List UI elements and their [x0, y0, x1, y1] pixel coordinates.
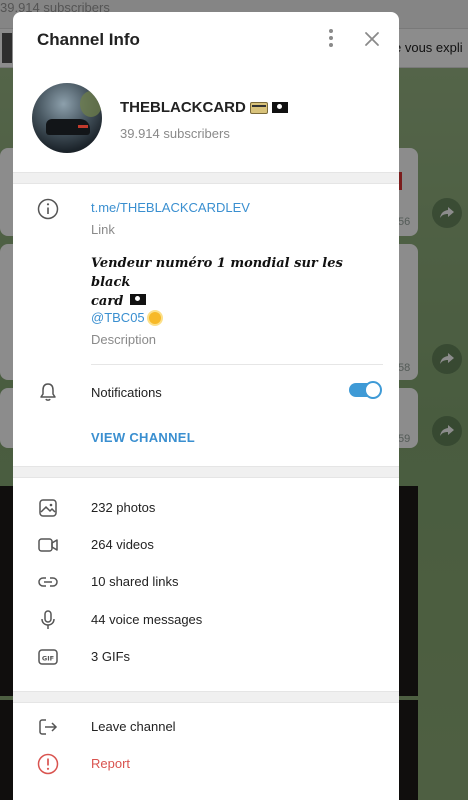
- avatar-taillight: [78, 125, 88, 128]
- svg-text:GIF: GIF: [42, 655, 54, 663]
- media-row-videos[interactable]: 264 videos: [13, 527, 399, 563]
- gif-icon: GIF: [38, 649, 58, 665]
- channel-info-dialog: Channel Info THEBLACKCARD 39.914 subscri…: [13, 12, 399, 800]
- shared-media-section: 232 photos 264 videos 10 shared links 44…: [13, 478, 399, 691]
- report-label: Report: [91, 756, 131, 771]
- media-row-voice[interactable]: 44 voice messages: [13, 602, 399, 638]
- info-divider: [91, 364, 383, 365]
- info-section: t.me/THEBLACKCARDLEV Link Vendeur numéro…: [13, 184, 399, 466]
- section-divider: [13, 172, 399, 184]
- report-button[interactable]: Report: [13, 746, 399, 782]
- videos-count: 264 videos: [91, 537, 154, 552]
- mention-link[interactable]: @TBC05: [91, 310, 161, 325]
- channel-link[interactable]: t.me/THEBLACKCARDLEV: [91, 200, 250, 215]
- pirate-flag-icon: [129, 294, 146, 305]
- channel-profile: THEBLACKCARD 39.914 subscribers: [13, 66, 399, 172]
- view-channel-button[interactable]: VIEW CHANNEL: [91, 430, 195, 445]
- channel-subscribers: 39.914 subscribers: [120, 126, 230, 141]
- voice-messages-count: 44 voice messages: [91, 612, 203, 627]
- gifs-count: 3 GIFs: [91, 649, 131, 664]
- leave-icon: [39, 719, 58, 735]
- channel-name-row: THEBLACKCARD: [120, 99, 288, 116]
- close-icon[interactable]: [362, 29, 382, 49]
- shared-links-count: 10 shared links: [91, 574, 179, 589]
- photos-count: 232 photos: [91, 500, 156, 515]
- bell-icon: [40, 383, 56, 401]
- channel-description: Vendeur numéro 1 mondial sur les black c…: [91, 254, 361, 311]
- dialog-title: Channel Info: [37, 30, 140, 49]
- more-options-button[interactable]: [326, 29, 336, 49]
- info-icon: [37, 198, 59, 220]
- media-row-links[interactable]: 10 shared links: [13, 564, 399, 600]
- dialog-header: Channel Info: [13, 12, 399, 66]
- credit-card-icon: [249, 101, 268, 114]
- report-icon: [37, 753, 59, 775]
- description-line-2: card: [91, 294, 124, 309]
- link-label: Link: [91, 222, 115, 237]
- microphone-icon: [41, 610, 55, 629]
- description-label: Description: [91, 332, 157, 347]
- photo-icon: [39, 499, 57, 517]
- avatar[interactable]: [32, 83, 102, 153]
- avatar-tree: [80, 91, 102, 117]
- notifications-label: Notifications: [91, 385, 162, 400]
- pirate-flag-icon: [271, 102, 288, 113]
- actions-section: Leave channel Report: [13, 703, 399, 800]
- toggle-knob: [364, 381, 382, 399]
- sun-icon: [148, 311, 161, 324]
- leave-channel-button[interactable]: Leave channel: [13, 709, 399, 745]
- media-row-photos[interactable]: 232 photos: [13, 490, 399, 526]
- media-row-gifs[interactable]: GIF 3 GIFs: [13, 639, 399, 675]
- leave-channel-label: Leave channel: [91, 719, 176, 734]
- more-vertical-icon-dot: [329, 36, 333, 40]
- more-vertical-icon-dot: [329, 43, 333, 47]
- more-vertical-icon: [329, 29, 333, 33]
- video-icon: [38, 538, 58, 552]
- channel-name: THEBLACKCARD: [120, 99, 246, 116]
- mention-text[interactable]: @TBC05: [91, 310, 145, 325]
- section-divider: [13, 466, 399, 478]
- link-icon: [38, 577, 58, 587]
- notifications-toggle[interactable]: [349, 381, 382, 399]
- description-line-1: Vendeur numéro 1 mondial sur les black: [91, 256, 343, 290]
- section-divider: [13, 691, 399, 703]
